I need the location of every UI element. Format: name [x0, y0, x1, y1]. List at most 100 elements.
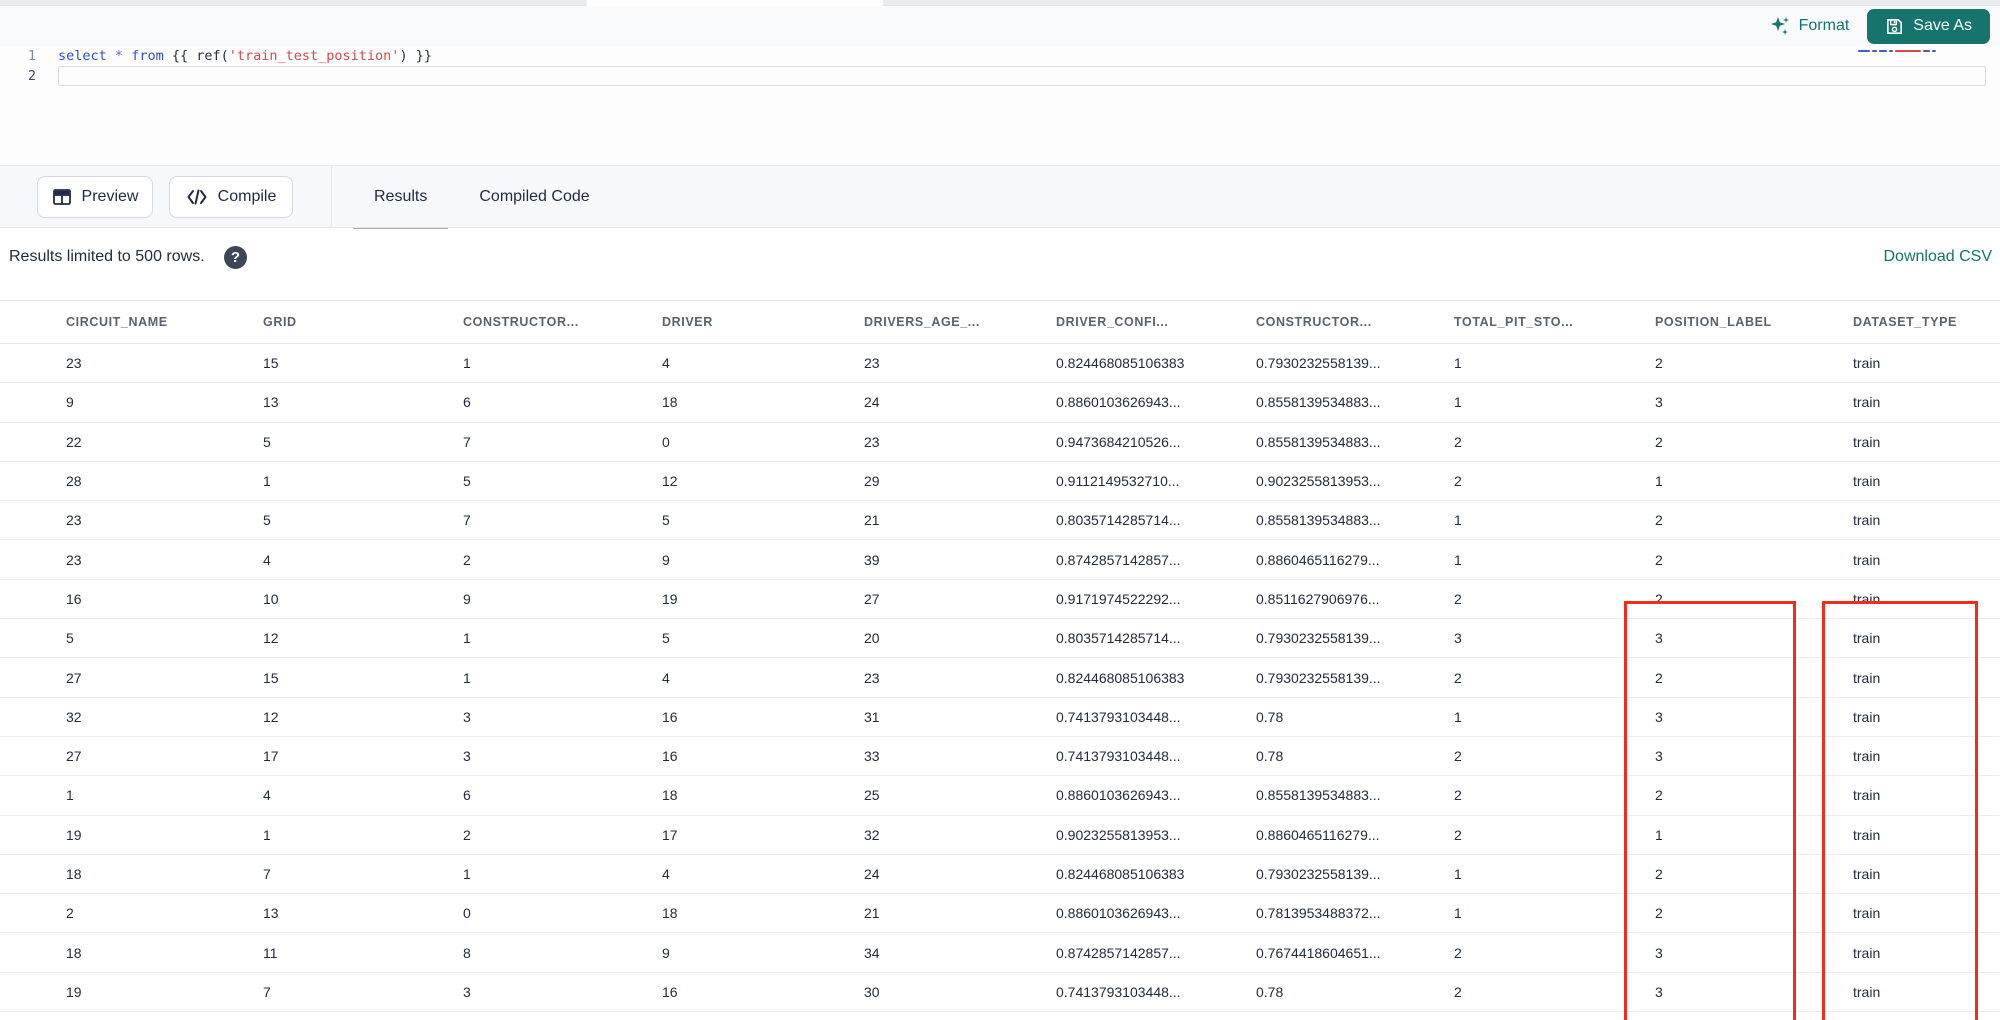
table-cell: 11 — [263, 944, 278, 961]
table-cell: 0.824468085106383 — [1056, 355, 1185, 372]
results-table: CIRCUIT_NAME GRID CONSTRUCTOR... DRIVER DRIV… — [0, 300, 2000, 1020]
table-cell: 33 — [864, 748, 880, 765]
table-row: 23 4 2 9 39 0.8742857142857... 0.8860465116279… — [0, 540, 2000, 580]
help-icon[interactable]: ? — [224, 246, 247, 269]
download-csv-link[interactable]: Download CSV — [1884, 248, 1993, 266]
table-cell: 0 — [463, 905, 471, 922]
table-cell: 2 — [1655, 866, 1663, 882]
table-cell: 2 — [1454, 826, 1462, 843]
table-row: 2 13 0 18 21 0.8860103626943... 0.781395348837… — [0, 894, 2000, 934]
table-cell: 2 — [463, 551, 471, 568]
column-header-total-pit-sto[interactable]: TOTAL_PIT_STO... — [1454, 315, 1655, 329]
table-cell: 4 — [662, 355, 670, 372]
table-row: 19 7 3 16 30 0.7413793103448... 0.78 2 3 train — [0, 972, 2000, 1013]
table-cell: 32 — [864, 826, 880, 843]
line-number-2: 2 — [27, 68, 36, 84]
table-cell: 0.78 — [1256, 748, 1284, 765]
tab-results[interactable]: Results — [348, 166, 453, 231]
table-cell: 12 — [662, 473, 678, 490]
table-cell: 5 — [662, 630, 670, 647]
table-cell: 2 — [1454, 983, 1462, 1000]
column-header-dataset-type[interactable]: DATASET_TYPE — [1853, 315, 2000, 329]
table-cell: 18 — [662, 787, 678, 804]
table-cell: 1 — [1454, 708, 1462, 725]
table-cell: 16 — [662, 748, 678, 765]
table-cell: 0.8742857142857... — [1056, 944, 1181, 961]
column-header-constructor[interactable]: CONSTRUCTOR... — [463, 315, 662, 329]
column-header-drivers-age[interactable]: DRIVERS_AGE_... — [864, 315, 1056, 329]
table-cell: 0.8860465116279... — [1256, 826, 1380, 843]
preview-button[interactable]: Preview — [37, 176, 153, 218]
table-cell: 2 — [1454, 590, 1462, 607]
table-row: 5 12 1 5 20 0.8035714285714... 0.7930232558139… — [0, 619, 2000, 659]
table-cell: train — [1853, 905, 1881, 922]
tab-label: Compiled Code — [479, 188, 590, 205]
table-cell: 25 — [864, 787, 880, 804]
table-cell: 0 — [662, 433, 670, 450]
table-cell: 24 — [864, 394, 880, 411]
table-row: 27 15 1 4 23 0.824468085106383 0.7930232558139… — [0, 658, 2000, 698]
table-cell: 0.78 — [1256, 983, 1284, 1000]
format-button[interactable]: Format — [1769, 15, 1849, 37]
table-cell: 18 — [662, 394, 678, 411]
code-line-2-active[interactable] — [58, 66, 1986, 86]
code-token: ref( — [196, 48, 229, 64]
table-cell: train — [1853, 355, 1881, 372]
compile-button[interactable]: Compile — [169, 176, 293, 218]
table-cell: 0.78 — [1256, 708, 1284, 725]
code-area[interactable]: select * from {{ ref('train_test_positio… — [58, 46, 1988, 86]
table-cell: 2 — [66, 905, 74, 922]
table-cell: 17 — [263, 748, 279, 765]
table-cell: 0.8035714285714... — [1056, 630, 1181, 647]
table-cell: 0.9171974522292... — [1056, 590, 1181, 607]
table-cell: train — [1853, 787, 1881, 804]
table-cell: train — [1853, 473, 1881, 490]
code-editor[interactable]: 1 2 select * from {{ ref('train_test_pos… — [0, 46, 2000, 165]
table-grid-icon — [52, 187, 72, 207]
table-cell: 1 — [263, 473, 271, 490]
table-cell: 2 — [1655, 355, 1663, 372]
table-cell: 18 — [66, 944, 82, 961]
table-cell: 1 — [1454, 905, 1462, 922]
column-header-circuit-name[interactable]: CIRCUIT_NAME — [66, 315, 263, 329]
table-cell: 3 — [1655, 394, 1663, 411]
table-cell: 0.8558139534883... — [1256, 433, 1381, 450]
table-cell: 28 — [66, 473, 82, 490]
table-cell: train — [1853, 866, 1881, 882]
table-cell: 3 — [1655, 983, 1663, 1000]
table-cell: 3 — [1655, 944, 1663, 961]
table-cell: 31 — [864, 708, 880, 725]
table-cell: 0.8860465116279... — [1256, 551, 1380, 568]
results-info-bar: Results limited to 500 rows. ? Download … — [0, 229, 2000, 290]
table-cell: 5 — [263, 512, 271, 529]
table-cell: 2 — [1655, 905, 1663, 922]
table-cell: 22 — [66, 433, 82, 450]
table-cell: 23 — [864, 669, 880, 686]
column-header-position-label[interactable]: POSITION_LABEL — [1655, 315, 1853, 329]
table-cell: 18 — [662, 905, 678, 922]
table-cell: 13 — [263, 394, 279, 411]
table-cell: 0.9112149532710... — [1056, 473, 1180, 490]
table-cell: train — [1853, 669, 1881, 686]
save-as-button[interactable]: Save As — [1867, 8, 1990, 44]
code-token: from — [131, 48, 164, 64]
table-cell: 1 — [1454, 512, 1462, 529]
column-header-grid[interactable]: GRID — [263, 315, 463, 329]
table-cell: 2 — [1655, 512, 1663, 529]
table-cell: 1 — [66, 787, 74, 804]
table-cell: 34 — [864, 944, 880, 961]
column-header-driver[interactable]: DRIVER — [662, 315, 864, 329]
action-bar: Preview Compile Results Compiled Code — [0, 165, 2000, 231]
table-cell: 0.7413793103448... — [1056, 748, 1181, 765]
table-cell: 12 — [263, 708, 279, 725]
column-header-driver-confi[interactable]: DRIVER_CONFI... — [1056, 315, 1256, 329]
table-cell: 2 — [1454, 748, 1462, 765]
table-cell: 16 — [66, 590, 82, 607]
column-header-constructor[interactable]: CONSTRUCTOR... — [1256, 315, 1454, 329]
code-line-1[interactable]: select * from {{ ref('train_test_positio… — [58, 46, 1988, 66]
table-row: 32 12 3 16 31 0.7413793103448... 0.78 1 3 train — [0, 697, 2000, 737]
table-cell: 15 — [263, 669, 279, 686]
table-cell: 7 — [463, 433, 471, 450]
tab-compiled-code[interactable]: Compiled Code — [453, 166, 615, 228]
table-cell: 2 — [1454, 787, 1462, 804]
